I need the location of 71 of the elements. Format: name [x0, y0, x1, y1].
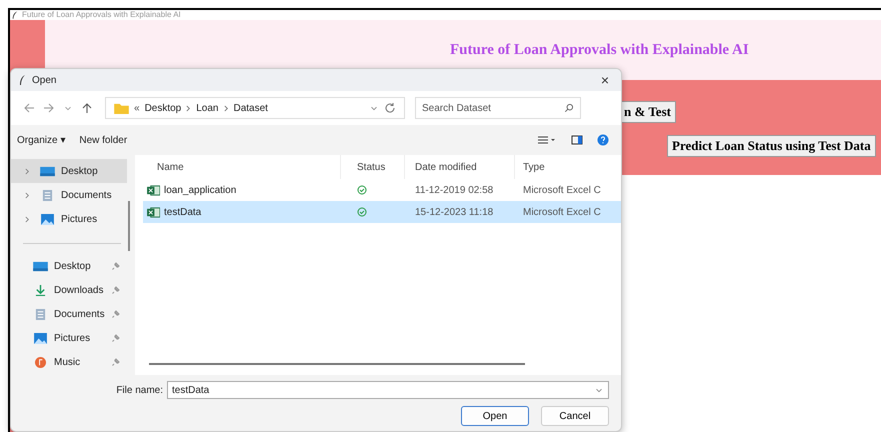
- toolbar-button[interactable]: New folder: [79, 134, 128, 146]
- column-header[interactable]: Name: [143, 155, 341, 179]
- breadcrumb-item[interactable]: Dataset: [234, 102, 268, 114]
- feather-icon: [12, 11, 18, 19]
- chevron-right-icon: [224, 104, 228, 112]
- app-heading: Future of Loan Approvals with Explainable AI: [450, 42, 749, 58]
- dialog-button[interactable]: Cancel: [541, 406, 609, 426]
- action-button[interactable]: Predict Loan Status using Test Data: [667, 135, 876, 157]
- music-icon: [33, 356, 48, 368]
- file-name: loan_application: [164, 184, 236, 196]
- sidebar-item[interactable]: Desktop: [11, 159, 127, 183]
- folder-icon: [114, 102, 129, 114]
- sidebar-item[interactable]: Desktop: [11, 254, 127, 278]
- breadcrumb-overflow-icon: «: [134, 102, 140, 114]
- download-icon: [33, 284, 48, 296]
- sidebar-item[interactable]: Pictures: [11, 207, 127, 231]
- breadcrumb-item[interactable]: Loan: [196, 102, 218, 114]
- window-title: Future of Loan Approvals with Explainable AI: [22, 10, 181, 20]
- breadcrumb-item[interactable]: Desktop: [144, 102, 182, 114]
- file-row[interactable]: testData 15-12-2023 11:18 Microsoft Excel C: [143, 201, 621, 223]
- column-header[interactable]: Date modified: [405, 155, 515, 179]
- sidebar-item[interactable]: Documents: [11, 302, 127, 326]
- picture-icon: [33, 332, 48, 344]
- action-button[interactable]: n & Test: [619, 101, 676, 123]
- chevron-right-icon: [25, 216, 30, 222]
- address-bar[interactable]: « Desktop Loan Dataset: [105, 97, 405, 119]
- dialog-title: Open: [32, 74, 56, 86]
- column-header[interactable]: Status: [341, 155, 405, 179]
- chevron-right-icon: [25, 192, 30, 198]
- pin-icon: [112, 358, 120, 366]
- excel-file-icon: [147, 184, 160, 196]
- view-menu-icon[interactable]: [537, 134, 557, 146]
- refresh-icon[interactable]: [384, 102, 396, 114]
- desktop-icon: [33, 260, 48, 272]
- desktop-icon: [40, 166, 55, 176]
- column-header[interactable]: Type: [515, 155, 621, 179]
- up-arrow-icon[interactable]: [81, 102, 93, 114]
- sidebar-item[interactable]: Pictures: [11, 326, 127, 350]
- file-name-label: File name:: [116, 384, 163, 396]
- sidebar-item[interactable]: Music: [11, 350, 127, 374]
- dialog-button[interactable]: Open: [461, 406, 529, 426]
- search-icon: [564, 103, 574, 113]
- file-name: testData: [164, 206, 202, 218]
- help-icon[interactable]: [597, 134, 609, 146]
- date-modified: 15-12-2023 11:18: [414, 206, 494, 220]
- file-type: Microsoft Excel C: [522, 184, 602, 198]
- pin-icon: [112, 286, 120, 294]
- pin-icon: [112, 262, 120, 270]
- chevron-right-icon: [25, 168, 30, 174]
- file-row[interactable]: loan_application 11-12-2019 02:58 Microsoft Excel C: [143, 179, 621, 201]
- close-button[interactable]: ×: [596, 72, 613, 88]
- excel-file-icon: [147, 206, 160, 218]
- date-modified: 11-12-2019 02:58: [414, 184, 494, 198]
- picture-icon: [40, 214, 55, 224]
- document-icon: [33, 308, 48, 320]
- pin-icon: [112, 310, 120, 318]
- file-name-field[interactable]: testData: [167, 381, 609, 399]
- check-circle-icon: [357, 207, 367, 217]
- forward-arrow-icon[interactable]: [43, 102, 55, 114]
- check-circle-icon: [357, 185, 367, 195]
- file-type: Microsoft Excel C: [522, 206, 602, 220]
- sidebar-item[interactable]: Documents: [11, 183, 127, 207]
- document-icon: [40, 190, 55, 200]
- feather-icon: [19, 75, 26, 85]
- back-arrow-icon[interactable]: [23, 102, 35, 114]
- search-field[interactable]: Search Dataset: [415, 97, 581, 119]
- chevron-right-icon: [186, 104, 192, 112]
- sidebar-item[interactable]: Downloads: [11, 278, 127, 302]
- preview-pane-icon[interactable]: [571, 134, 583, 146]
- toolbar-button[interactable]: Organize ▾: [17, 134, 66, 146]
- pin-icon: [112, 334, 120, 342]
